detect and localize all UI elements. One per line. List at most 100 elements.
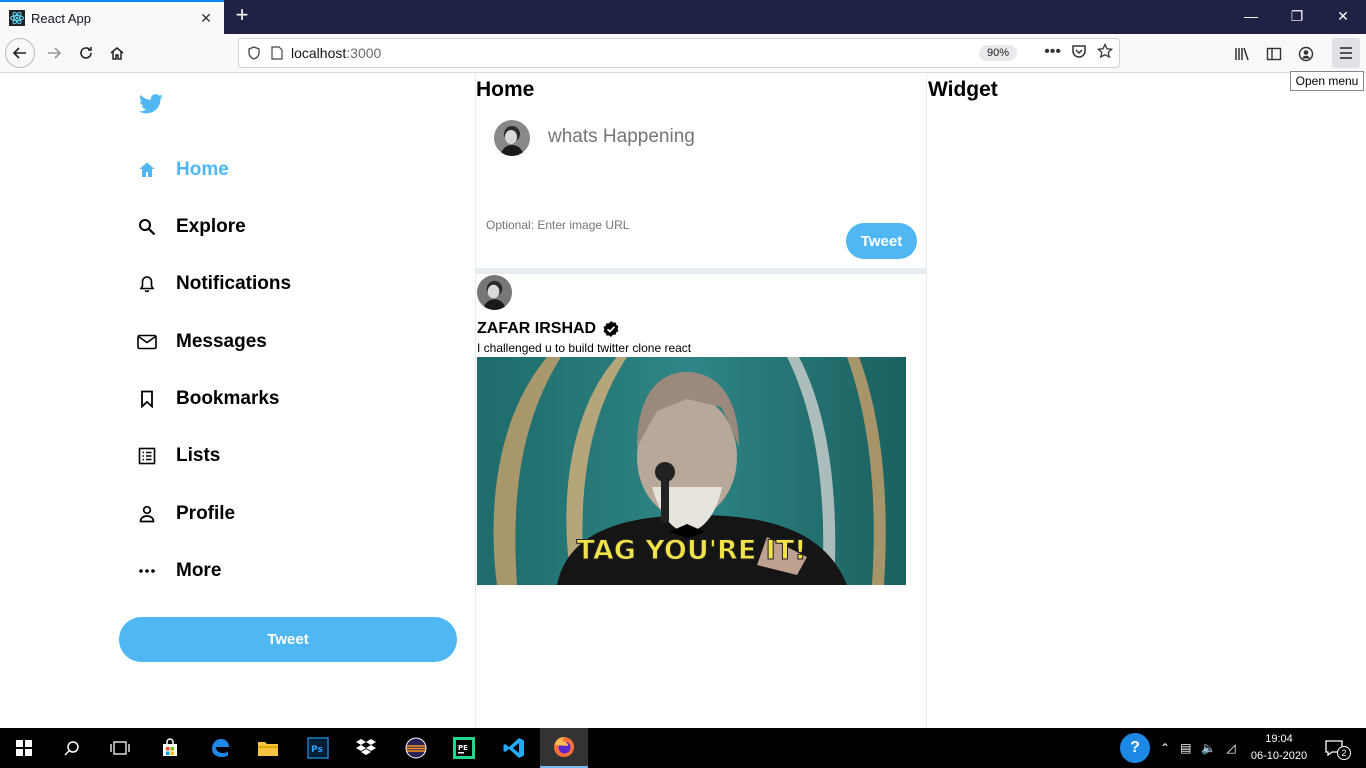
sidebar-item-messages[interactable]: Messages: [137, 327, 267, 357]
eclipse-icon: [405, 737, 427, 759]
list-icon: [137, 446, 157, 466]
sidebar-item-label: More: [176, 560, 222, 581]
library-icon[interactable]: [1234, 46, 1250, 62]
home-button[interactable]: [103, 39, 131, 67]
minimize-button[interactable]: —: [1228, 4, 1274, 28]
restore-button[interactable]: ❐: [1274, 4, 1320, 28]
react-icon: [9, 10, 25, 26]
windows-icon: [16, 740, 32, 756]
taskbar-edge[interactable]: [196, 728, 244, 768]
browser-tab-bar: React App ✕ + — ❐ ✕: [0, 0, 1366, 34]
url-bar[interactable]: localhost:3000 90% •••: [238, 38, 1120, 68]
post-image[interactable]: TAG YOU'RE IT!: [477, 357, 906, 585]
feed: Home Tweet ZAFAR IRSHAD I challenged u t…: [475, 74, 927, 728]
mail-icon: [137, 332, 157, 352]
more-icon: [137, 561, 157, 581]
zoom-indicator[interactable]: 90%: [979, 45, 1018, 61]
sidebar-item-home[interactable]: Home: [137, 155, 229, 185]
bookmark-icon: [137, 389, 157, 409]
windows-taskbar: Ps PE ? ⌃ ▤ 🔈 ◿ 19:04 06-10-2020 2: [0, 728, 1366, 768]
taskbar-file-explorer[interactable]: [244, 728, 292, 768]
edge-icon: [212, 739, 229, 757]
task-view-button[interactable]: [96, 728, 144, 768]
more-actions-icon[interactable]: •••: [1044, 43, 1061, 61]
page-title: Home: [476, 78, 535, 101]
open-menu-tooltip: Open menu: [1290, 71, 1364, 91]
notification-count: 2: [1337, 746, 1351, 760]
browser-tab[interactable]: React App ✕: [0, 0, 224, 34]
avatar: [494, 120, 530, 156]
taskbar-eclipse[interactable]: [392, 728, 440, 768]
svg-text:PE: PE: [458, 744, 468, 752]
home-icon: [137, 160, 157, 180]
sidebar-item-label: Notifications: [176, 273, 292, 294]
open-menu-button[interactable]: [1332, 38, 1360, 68]
bell-icon: [137, 274, 157, 294]
close-window-button[interactable]: ✕: [1320, 4, 1366, 28]
sidebar-item-bookmarks[interactable]: Bookmarks: [137, 384, 280, 414]
verified-badge-icon: [603, 321, 619, 337]
sidebar-item-more[interactable]: More: [137, 556, 221, 586]
windows-start-button[interactable]: [0, 728, 48, 768]
forward-button[interactable]: [40, 39, 68, 67]
sidebar-item-label: Home: [176, 159, 229, 180]
arrow-right-icon: [48, 47, 62, 59]
taskbar-pycharm[interactable]: PE: [440, 728, 488, 768]
close-tab-icon[interactable]: ✕: [194, 10, 218, 27]
taskbar-search[interactable]: [48, 728, 96, 768]
photoshop-icon: Ps: [307, 737, 329, 759]
wifi-icon[interactable]: ◿: [1226, 741, 1235, 755]
chevron-up-icon[interactable]: ⌃: [1160, 741, 1170, 755]
browser-nav-bar: localhost:3000 90% •••: [0, 34, 1366, 73]
sidebar-tweet-button[interactable]: Tweet: [119, 617, 457, 662]
hamburger-icon: [1340, 47, 1352, 59]
task-view-icon: [110, 741, 130, 755]
new-tab-button[interactable]: +: [230, 4, 254, 28]
gif-caption: TAG YOU'RE IT!: [576, 535, 807, 567]
page-icon: [271, 46, 283, 60]
account-icon[interactable]: [1298, 46, 1314, 62]
pycharm-icon: PE: [453, 737, 475, 759]
taskbar-vscode[interactable]: [490, 728, 538, 768]
network-icon[interactable]: ▤: [1180, 741, 1191, 755]
taskbar-firefox[interactable]: [540, 728, 588, 768]
tweet-composer: Tweet: [476, 108, 927, 274]
sidebar-item-explore[interactable]: Explore: [137, 212, 246, 242]
reload-icon: [80, 47, 92, 59]
star-icon[interactable]: [1097, 43, 1113, 59]
taskbar-photoshop[interactable]: Ps: [294, 728, 342, 768]
person-icon: [137, 504, 157, 524]
image-url-input[interactable]: [486, 218, 786, 232]
folder-icon: [258, 742, 278, 756]
action-center-button[interactable]: 2: [1318, 736, 1358, 760]
tweet-button[interactable]: Tweet: [846, 223, 917, 259]
pocket-icon[interactable]: [1071, 43, 1087, 59]
post-author: ZAFAR IRSHAD: [477, 320, 620, 338]
clock[interactable]: 19:04 06-10-2020: [1246, 731, 1312, 765]
arrow-left-icon: [12, 47, 26, 59]
back-button[interactable]: [5, 38, 35, 68]
tweet-input[interactable]: [548, 126, 908, 148]
twitter-app: Home Explore Notifications Messages Book…: [0, 74, 1366, 728]
store-icon: [163, 738, 177, 756]
taskbar-store[interactable]: [146, 728, 194, 768]
sidebar-item-notifications[interactable]: Notifications: [137, 269, 291, 299]
search-icon: [137, 217, 157, 237]
home-icon: [110, 47, 124, 60]
sidebar-item-label: Explore: [176, 216, 246, 237]
sidebar-item-lists[interactable]: Lists: [137, 441, 220, 471]
post-text: I challenged u to build twitter clone re…: [477, 341, 692, 355]
help-icon[interactable]: ?: [1120, 733, 1150, 763]
volume-icon[interactable]: 🔈: [1201, 741, 1216, 755]
twitter-logo-icon[interactable]: [139, 94, 163, 114]
sidebar: Home Explore Notifications Messages Book…: [119, 74, 475, 728]
sidebar-item-profile[interactable]: Profile: [137, 499, 235, 529]
avatar[interactable]: [477, 275, 512, 310]
taskbar-dropbox[interactable]: [342, 728, 390, 768]
reload-button[interactable]: [72, 39, 100, 67]
system-tray: ? ⌃ ▤ 🔈 ◿: [1120, 728, 1236, 768]
sidebar-item-label: Profile: [176, 503, 236, 524]
sidebar-item-label: Bookmarks: [176, 388, 280, 409]
sidebar-icon[interactable]: [1266, 46, 1282, 62]
search-icon: [64, 741, 79, 756]
